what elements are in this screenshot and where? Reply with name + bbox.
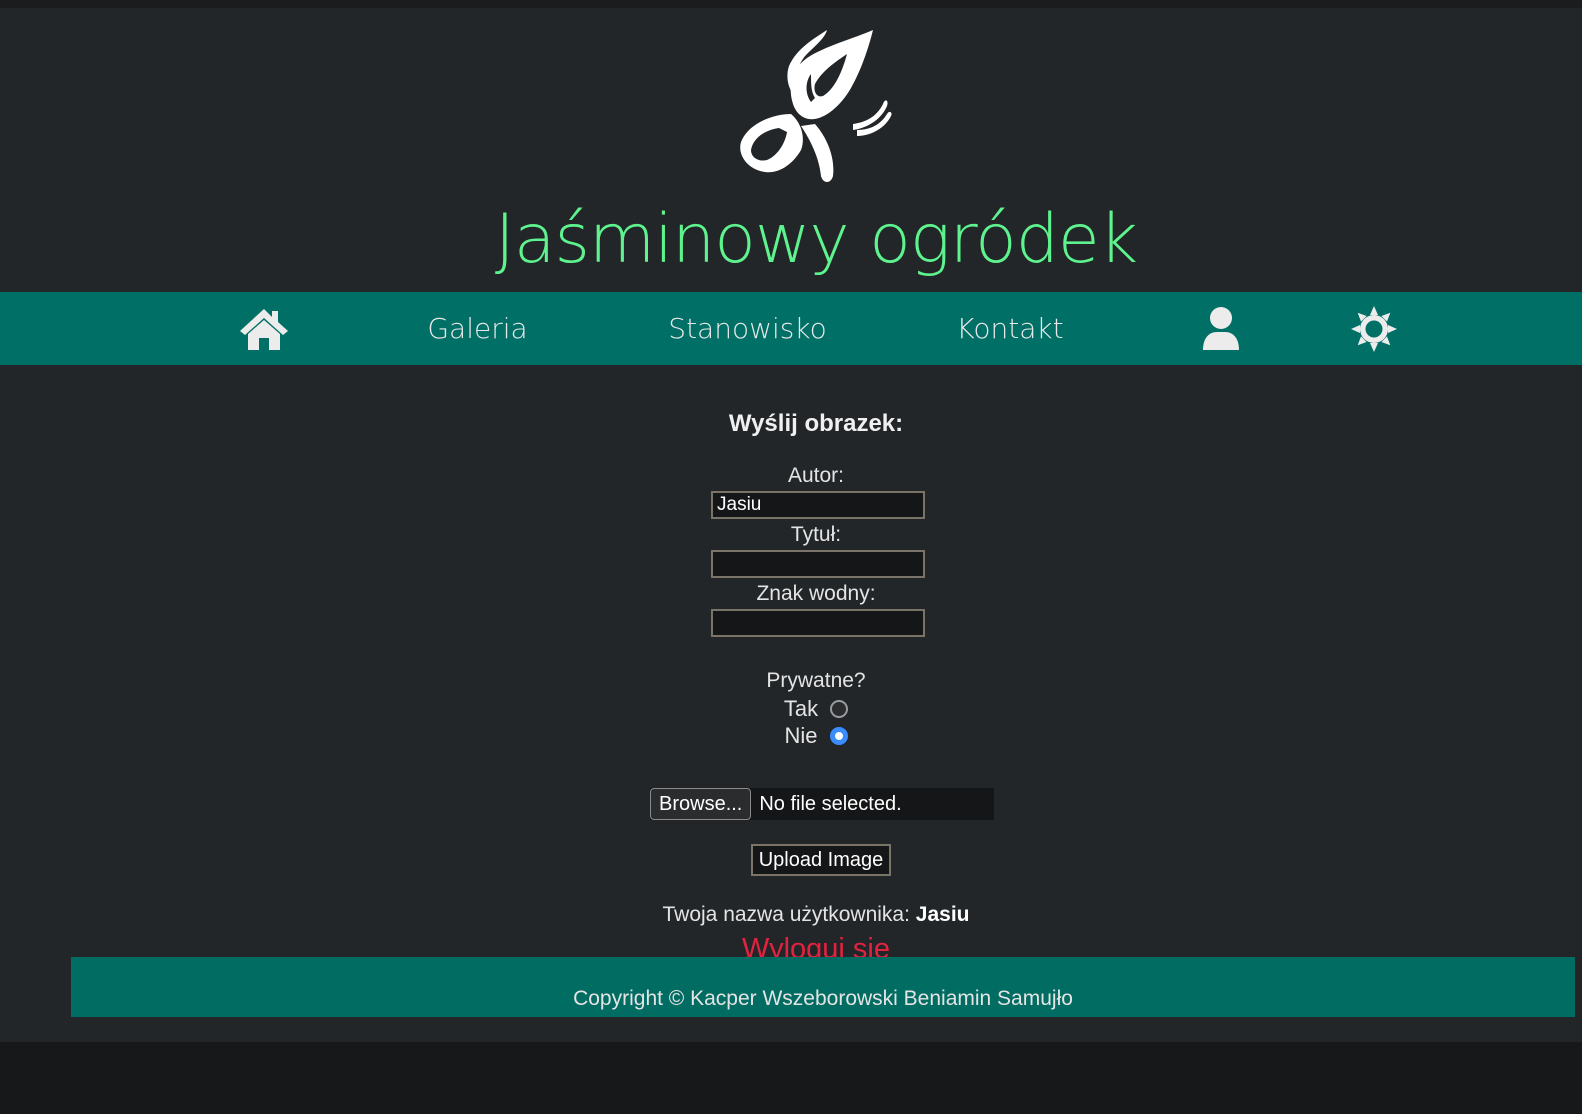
footer: Copyright © Kacper Wszeborowski Beniamin… <box>71 957 1575 1017</box>
user-icon <box>1203 306 1239 350</box>
private-label: Prywatne? <box>766 669 866 692</box>
private-yes-row: Tak <box>0 696 1582 722</box>
file-status: No file selected. <box>759 792 902 815</box>
sun-icon <box>1351 305 1397 352</box>
file-picker[interactable]: Browse... No file selected. <box>650 788 994 820</box>
author-input[interactable] <box>711 491 925 519</box>
butterfly-icon <box>740 30 892 182</box>
upload-button[interactable]: Upload Image <box>751 844 891 876</box>
nav-position[interactable]: Stanowisko <box>650 292 845 365</box>
form-title: Wyślij obrazek: <box>728 410 904 437</box>
nav-user[interactable] <box>1196 292 1246 365</box>
bottom-bar <box>0 1042 1582 1114</box>
site-title: Jaśminowy ogródek <box>494 200 1138 279</box>
nav-contact[interactable]: Kontakt <box>935 292 1085 365</box>
private-yes-label: Tak <box>783 696 819 721</box>
private-no-radio[interactable] <box>829 727 848 745</box>
top-border <box>0 0 1582 8</box>
title-label: Tytuł: <box>790 523 842 546</box>
home-icon <box>240 308 288 350</box>
private-no-label: Nie <box>784 723 818 748</box>
browse-button[interactable]: Browse... <box>650 788 752 820</box>
watermark-input[interactable] <box>711 609 925 637</box>
username-line: Twoja nazwa użytkownika: Jasiu <box>0 903 1582 927</box>
username-label: Twoja nazwa użytkownika: <box>662 903 910 926</box>
author-label: Autor: <box>787 464 845 487</box>
nav-home[interactable] <box>234 292 294 365</box>
private-no-row: Nie <box>0 723 1582 749</box>
watermark-label: Znak wodny: <box>756 582 876 605</box>
page: Jaśminowy ogródek Galeria Stanowisko Kon… <box>0 8 1582 1042</box>
footer-copyright: Copyright © Kacper Wszeborowski Beniamin… <box>573 987 1073 1010</box>
main-navigation: Galeria Stanowisko Kontakt <box>0 292 1582 365</box>
title-input[interactable] <box>711 550 925 578</box>
nav-gallery[interactable]: Galeria <box>400 292 555 365</box>
nav-theme-toggle[interactable] <box>1348 292 1400 365</box>
username-value: Jasiu <box>915 903 970 926</box>
private-yes-radio[interactable] <box>830 700 849 718</box>
